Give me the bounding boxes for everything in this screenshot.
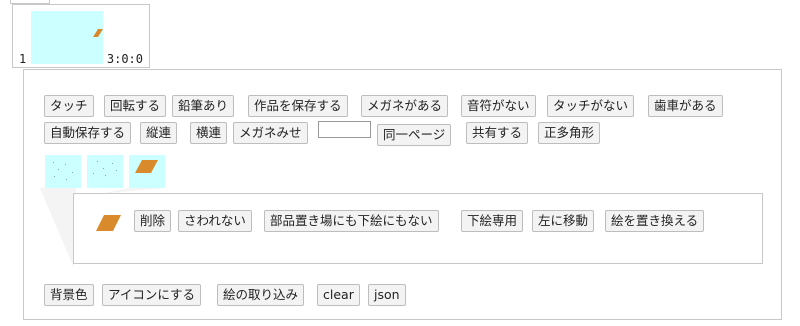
import-picture-button[interactable]: 絵の取り込み [217,284,305,306]
part-swatch-1[interactable] [45,155,81,188]
json-button[interactable]: json [368,284,406,306]
no-touch-button[interactable]: タッチがない [547,95,635,117]
delete-button[interactable]: 削除 [134,210,172,232]
share-button[interactable]: 共有する [466,122,529,144]
part-swatch-3[interactable] [129,155,165,188]
replace-picture-button[interactable]: 絵を置き換える [605,210,705,232]
pencil-button[interactable]: 鉛筆あり [172,95,235,117]
regular-polygon-button[interactable]: 正多角形 [538,122,601,144]
gear-button[interactable]: 歯車がある [648,95,723,117]
note-button[interactable]: 音符がない [461,95,536,117]
thumbnail-card[interactable]: 1 3:0:0 [12,4,150,68]
save-work-button[interactable]: 作品を保存する [248,95,348,117]
untouchable-button[interactable]: さわれない [178,210,252,232]
thumbnail-index: 1 [19,52,27,66]
vertical-repeat-button[interactable]: 縦連 [140,122,178,144]
thumbnail-canvas [31,11,103,64]
move-left-button[interactable]: 左に移動 [532,210,595,232]
underlay-only-button[interactable]: 下絵専用 [461,210,524,232]
text-input[interactable] [318,121,371,138]
rotate-button[interactable]: 回転する [104,95,167,117]
touch-button[interactable]: タッチ [44,95,94,117]
autosave-button[interactable]: 自動保存する [44,122,132,144]
same-page-button[interactable]: 同一ページ [377,124,452,146]
part-swatch-2[interactable] [87,155,123,188]
not-in-parts-or-underlay-button[interactable]: 部品置き場にも下絵にもない [264,210,439,232]
clear-button[interactable]: clear [317,284,360,306]
glasses-button[interactable]: メガネがある [361,95,449,117]
show-glasses-button[interactable]: メガネみせ [233,122,308,144]
parallelogram-icon [96,215,121,231]
background-color-button[interactable]: 背景色 [44,284,94,306]
horizontal-repeat-button[interactable]: 横連 [190,122,228,144]
thumbnail-counter: 3:0:0 [106,52,143,66]
parallelogram-icon [135,160,158,173]
make-icon-button[interactable]: アイコンにする [102,284,202,306]
parallelogram-icon [93,29,103,37]
